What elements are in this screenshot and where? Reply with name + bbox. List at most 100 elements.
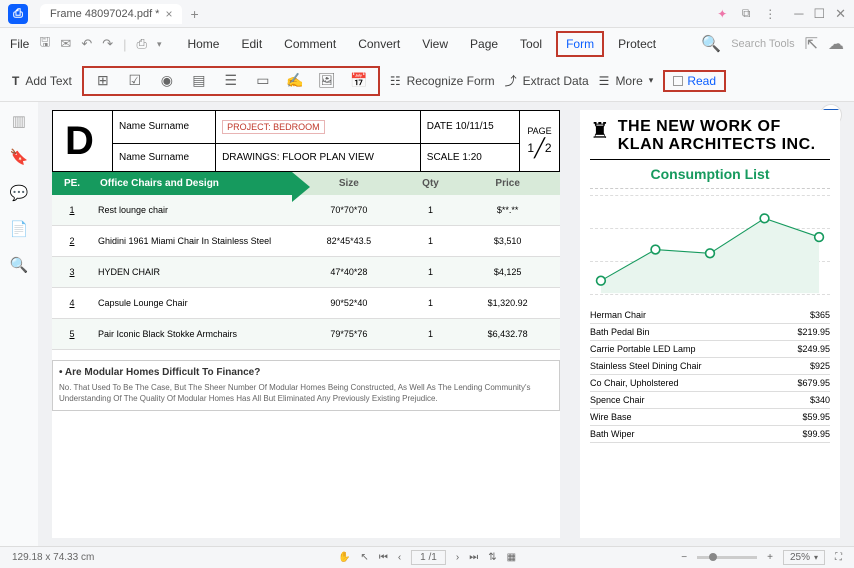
recognize-form-button[interactable]: ☷ Recognize Form [390, 74, 495, 88]
tab-convert[interactable]: Convert [350, 33, 408, 55]
tab-view[interactable]: View [414, 33, 456, 55]
col-qty: Qty [406, 172, 456, 195]
date-cell: DATE 10/11/15 [420, 111, 519, 144]
document-tab[interactable]: Frame 48097024.pdf * × [40, 4, 182, 24]
mail-icon[interactable]: ✉ [60, 36, 71, 52]
dimensions-label: 129.18 x 74.33 cm [12, 552, 94, 563]
list-item: Co Chair, Upholstered$679.95 [590, 375, 830, 392]
tab-page[interactable]: Page [462, 33, 506, 55]
search-icon[interactable]: 🔍 [701, 34, 721, 54]
print-dropdown-icon[interactable]: ▾ [157, 39, 162, 50]
radio-icon[interactable]: ◉ [158, 72, 176, 90]
list-item: Spence Chair$340 [590, 392, 830, 409]
read-checkbox-icon [673, 76, 683, 86]
maximize-icon[interactable]: ☐ [813, 6, 825, 22]
tab-close-icon[interactable]: × [165, 7, 172, 21]
tab-tool[interactable]: Tool [512, 33, 550, 55]
header-table: D Name Surname PROJECT: BEDROOM DATE 10/… [52, 110, 560, 172]
new-tab-button[interactable]: + [190, 6, 198, 22]
zoom-out-icon[interactable]: − [681, 552, 687, 563]
page-label: PAGE [526, 126, 553, 136]
minimize-icon[interactable]: ─ [794, 6, 803, 22]
app-icon: ⎙ [8, 4, 28, 24]
form-fields-group: ⊞ ☑ ◉ ▤ ☰ ▭ ✍ 🖼 📅 [82, 66, 380, 96]
table-row: 4Capsule Lounge Chair90*52*401$1,320.92 [52, 288, 560, 319]
fit-icon[interactable]: ⛶ [835, 552, 842, 563]
list-item: Bath Pedal Bin$219.95 [590, 324, 830, 341]
bookmarks-icon[interactable]: 🔖 [10, 148, 29, 166]
last-page-icon[interactable]: ⏭ [469, 552, 478, 563]
signature-icon[interactable]: ✍ [286, 72, 304, 90]
search-placeholder[interactable]: Search Tools [731, 38, 794, 50]
first-page-icon[interactable]: ⏮ [379, 552, 388, 563]
sparkle-icon[interactable]: ✦ [714, 6, 730, 22]
titlebar: ⎙ Frame 48097024.pdf * × + ✦ ⧉ ⋮ ─ ☐ ✕ [0, 0, 854, 28]
tab-edit[interactable]: Edit [233, 33, 270, 55]
col-price: Price [455, 172, 560, 195]
file-menu[interactable]: File [10, 37, 29, 51]
document-canvas[interactable]: W D Name Surname PROJECT: BEDROOM DATE 1… [38, 102, 854, 546]
button-field-icon[interactable]: ▭ [254, 72, 272, 90]
zoom-value[interactable]: 25%▾ [783, 550, 825, 565]
read-button[interactable]: Read [663, 70, 726, 92]
list-item: Bath Wiper$99.95 [590, 426, 830, 443]
print-icon[interactable]: ⎙ [137, 36, 147, 52]
tab-comment[interactable]: Comment [276, 33, 344, 55]
toolbar: T Add Text ⊞ ☑ ◉ ▤ ☰ ▭ ✍ 🖼 📅 ☷ Recognize… [0, 60, 854, 102]
tab-protect[interactable]: Protect [610, 33, 664, 55]
list-item: Herman Chair$365 [590, 307, 830, 324]
image-field-icon[interactable]: 🖼 [318, 72, 336, 90]
redo-icon[interactable]: ↷ [102, 36, 113, 52]
prev-page-icon[interactable]: ‹ [398, 552, 401, 563]
faq-box: Are Modular Homes Difficult To Finance? … [52, 360, 560, 411]
thumbnails-icon[interactable]: ▥ [12, 112, 26, 130]
dropdown-icon[interactable]: ▤ [190, 72, 208, 90]
comments-icon[interactable]: 💬 [10, 184, 29, 202]
save-icon[interactable]: 🖫 [39, 33, 50, 55]
menubar: File 🖫 ✉ ↶ ↷ | ⎙ ▾ Home Edit Comment Con… [0, 28, 854, 60]
table-row: 3HYDEN CHAIR47*40*281$4,125 [52, 257, 560, 288]
list-item: Carrie Portable LED Lamp$249.95 [590, 341, 830, 358]
faq-answer: No. That Used To Be The Case, But The Sh… [59, 382, 553, 404]
zoom-in-icon[interactable]: + [767, 552, 773, 563]
tab-form[interactable]: Form [556, 31, 604, 57]
close-icon[interactable]: ✕ [835, 6, 846, 22]
date-field-icon[interactable]: 📅 [350, 72, 368, 90]
tab-home[interactable]: Home [179, 33, 227, 55]
checkbox-icon[interactable]: ☑ [126, 72, 144, 90]
document-page: D Name Surname PROJECT: BEDROOM DATE 10/… [52, 110, 560, 538]
extract-data-button[interactable]: ⤴ Extract Data [505, 72, 589, 89]
select-tool-icon[interactable]: ↖ [360, 552, 368, 563]
listbox-icon[interactable]: ☰ [222, 72, 240, 90]
fields-panel-icon[interactable]: 🔍 [10, 256, 29, 274]
drawings-cell: DRAWINGS: FLOOR PLAN VIEW [216, 143, 421, 171]
page-total: /1 [429, 552, 437, 563]
share-icon[interactable]: ⇱ [805, 34, 818, 54]
textfield-icon[interactable]: ⊞ [94, 72, 112, 90]
consumption-heading: Consumption List [590, 160, 830, 189]
table-row: 5Pair Iconic Black Stokke Armchairs79*75… [52, 319, 560, 350]
right-panel-page: ♜ THE NEW WORK OFKLAN ARCHITECTS INC. Co… [580, 110, 840, 538]
col-name: Office Chairs and Design [92, 172, 292, 195]
page-current[interactable]: 1 [420, 552, 426, 563]
hand-tool-icon[interactable]: ✋ [338, 552, 350, 563]
add-text-button[interactable]: T Add Text [12, 74, 72, 88]
project-field[interactable]: PROJECT: BEDROOM [222, 120, 325, 134]
attachments-icon[interactable]: 📄 [10, 220, 29, 238]
layout-icon[interactable]: ▦ [507, 552, 516, 563]
next-page-icon[interactable]: › [456, 552, 459, 563]
list-item: Wire Base$59.95 [590, 409, 830, 426]
extract-icon: ⤴ [505, 72, 517, 89]
lamp-icon: ♜ [590, 118, 610, 144]
zoom-slider[interactable] [697, 556, 757, 559]
undo-icon[interactable]: ↶ [81, 36, 92, 52]
text-icon: T [12, 74, 19, 88]
kebab-icon[interactable]: ⋮ [762, 6, 778, 22]
company-title: THE NEW WORK OFKLAN ARCHITECTS INC. [618, 118, 816, 155]
copy-icon[interactable]: ⧉ [738, 6, 754, 22]
d-logo: D [59, 115, 106, 167]
upload-icon[interactable]: ☁ [828, 34, 844, 54]
sidebar: ▥ 🔖 💬 📄 🔍 [0, 102, 38, 546]
scroll-icon[interactable]: ⇅ [488, 552, 496, 563]
more-button[interactable]: ☰ More▾ [599, 74, 654, 88]
